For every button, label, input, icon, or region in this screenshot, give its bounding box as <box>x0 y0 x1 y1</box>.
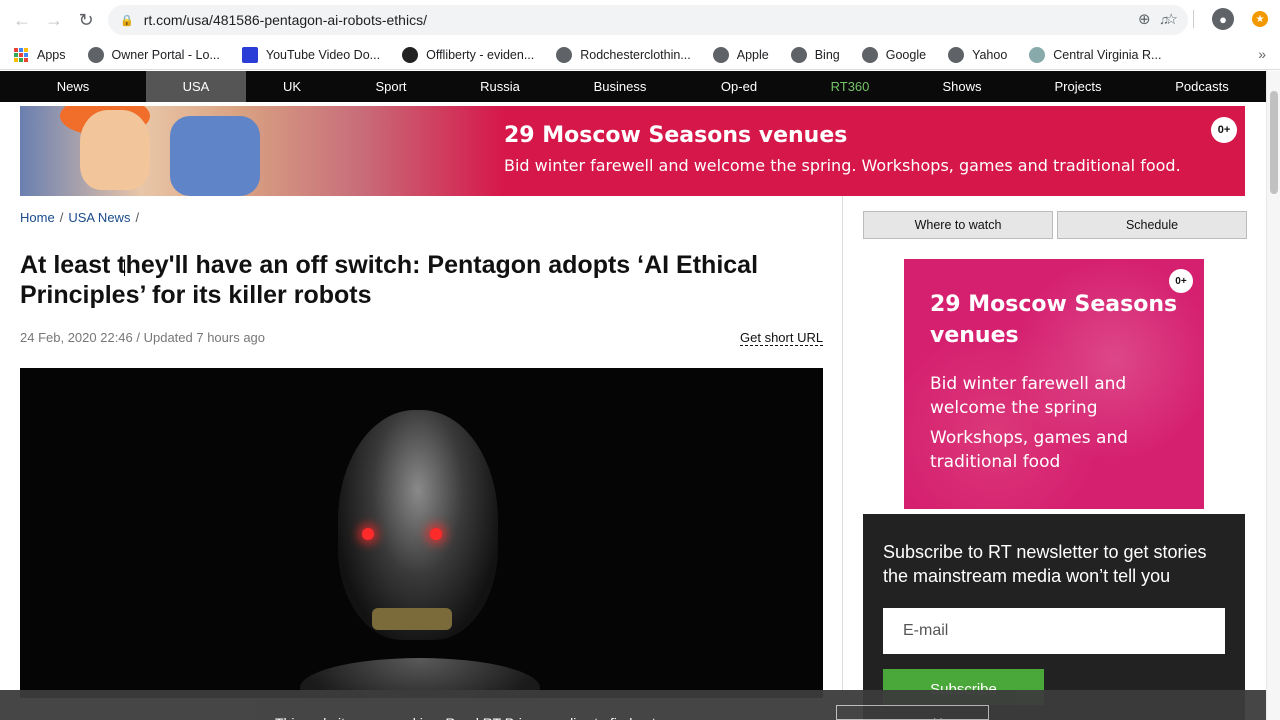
breadcrumb-separator: / <box>135 210 140 225</box>
sidebar-ad[interactable]: 29 Moscow Seasons venues Bid winter fare… <box>904 259 1204 509</box>
age-rating-badge: 0+ <box>1169 269 1193 293</box>
nav-projects[interactable]: Projects <box>1018 71 1138 102</box>
nav-shows[interactable]: Shows <box>906 71 1018 102</box>
robot-teeth-shape <box>372 608 452 630</box>
globe-icon <box>87 46 104 63</box>
nav-podcasts[interactable]: Podcasts <box>1138 71 1266 102</box>
bookmark-owner-portal[interactable]: Owner Portal - Lo... <box>87 46 220 63</box>
get-short-url-link[interactable]: Get short URL <box>740 330 824 346</box>
age-rating-badge: 0+ <box>1211 117 1237 143</box>
breadcrumb-separator: / <box>59 210 64 225</box>
install-icon[interactable]: ⊕ <box>1138 10 1151 28</box>
bookmark-rodchester[interactable]: Rodchesterclothin... <box>556 46 691 63</box>
breadcrumb: Home / USA News / <box>20 210 139 225</box>
sidebar-ad-title: 29 Moscow Seasons venues <box>930 292 1178 348</box>
child-face-shape <box>80 110 150 190</box>
globe-icon <box>556 46 573 63</box>
nav-business[interactable]: Business <box>556 71 684 102</box>
globe-icon <box>861 46 878 63</box>
nav-op-ed[interactable]: Op-ed <box>684 71 794 102</box>
nav-news[interactable]: News <box>0 71 146 102</box>
banner-subtitle: Bid winter farewell and welcome the spri… <box>504 156 1181 175</box>
bookmark-yahoo[interactable]: Yahoo <box>948 46 1007 63</box>
top-banner-ad[interactable]: 29 Moscow Seasons venues Bid winter fare… <box>20 106 1245 196</box>
robot-skull-shape <box>338 410 498 640</box>
newsletter-title: Subscribe to RT newsletter to get storie… <box>883 542 1207 586</box>
bookmark-offliberty[interactable]: Offliberty - eviden... <box>402 46 534 63</box>
breadcrumb-usa-news[interactable]: USA News <box>68 210 130 225</box>
cookie-banner: This website uses cookies. Read RT Priva… <box>0 690 1266 720</box>
bookmark-apps[interactable]: Apps <box>14 47 66 62</box>
bookmark-central-virginia[interactable]: Central Virginia R... <box>1029 46 1161 63</box>
lock-icon: 🔒 <box>120 14 134 27</box>
email-field[interactable]: E-mail <box>883 608 1225 654</box>
page-scrollbar[interactable] <box>1266 71 1280 720</box>
nav-usa[interactable]: USA <box>146 71 246 102</box>
bookmark-youtube-video[interactable]: YouTube Video Do... <box>241 46 380 63</box>
breadcrumb-home[interactable]: Home <box>20 210 55 225</box>
sidebar-ad-line1: Bid winter farewell and welcome the spri… <box>930 374 1127 418</box>
nav-uk[interactable]: UK <box>246 71 338 102</box>
column-divider <box>842 196 843 720</box>
reload-icon[interactable]: ↻ <box>70 4 102 36</box>
article-dateline: 24 Feb, 2020 22:46 / Updated 7 hours ago <box>20 330 266 345</box>
cookie-text: This website uses cookies. Read RT Priva… <box>275 715 695 720</box>
divider-icon <box>1193 10 1194 28</box>
sidebar-ad-line2: Workshops, games and traditional food <box>930 428 1129 472</box>
nav-russia[interactable]: Russia <box>444 71 556 102</box>
address-bar[interactable]: 🔒 rt.com/usa/481586-pentagon-ai-robots-e… <box>108 5 1188 35</box>
globe-icon <box>948 46 965 63</box>
banner-photo <box>20 106 504 196</box>
bookmark-google[interactable]: Google <box>861 46 926 63</box>
url-text: rt.com/usa/481586-pentagon-ai-robots-eth… <box>143 12 427 28</box>
power-icon <box>402 46 419 63</box>
where-to-watch-button[interactable]: Where to watch <box>863 211 1053 239</box>
robot-eye-left <box>362 528 374 540</box>
globe-icon <box>790 46 807 63</box>
browser-toolbar: ← → ↻ 🔒 rt.com/usa/481586-pentagon-ai-ro… <box>0 0 1280 40</box>
forward-icon[interactable]: → <box>38 4 70 36</box>
profile-icon[interactable]: ● <box>1212 8 1234 30</box>
article-hero-image[interactable] <box>20 368 823 698</box>
apron-shape <box>170 116 260 196</box>
text-cursor-icon <box>124 262 130 276</box>
site-nav: News USA UK Sport Russia Business Op-ed … <box>0 71 1266 102</box>
bookmarks-bar: Apps Owner Portal - Lo... YouTube Video … <box>0 40 1280 70</box>
back-icon[interactable]: ← <box>6 4 38 36</box>
music-extension-icon[interactable]: ♫ <box>1153 8 1175 30</box>
site-icon <box>1029 46 1046 63</box>
bookmark-bing[interactable]: Bing <box>790 46 840 63</box>
article-headline: At least they'll have an off switch: Pen… <box>20 251 759 309</box>
banner-title: 29 Moscow Seasons venues <box>504 123 848 148</box>
b-logo-icon <box>241 46 258 63</box>
extension-badge-icon[interactable]: ★ <box>1252 11 1268 27</box>
globe-icon <box>712 46 729 63</box>
apps-grid-icon <box>14 47 28 62</box>
nav-sport[interactable]: Sport <box>338 71 444 102</box>
accept-cookies-button[interactable]: Accept cookies <box>836 705 989 720</box>
robot-eye-right <box>430 528 442 540</box>
nav-rt360[interactable]: RT360 <box>794 71 906 102</box>
bookmark-apple[interactable]: Apple <box>712 46 769 63</box>
schedule-button[interactable]: Schedule <box>1057 211 1247 239</box>
scrollbar-thumb[interactable] <box>1270 91 1278 194</box>
more-bookmarks-icon[interactable]: » <box>1258 46 1266 62</box>
